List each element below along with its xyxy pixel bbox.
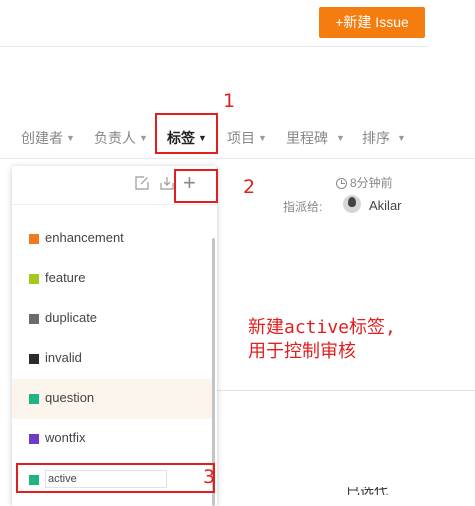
label-item-enhancement[interactable]: enhancement <box>12 219 212 259</box>
filter-sort[interactable]: 排序 ▼ <box>362 128 406 148</box>
label-item-question[interactable]: question <box>12 379 212 419</box>
chevron-down-icon: ▼ <box>258 133 267 143</box>
label-color-swatch <box>29 394 39 404</box>
label-item-name: invalid <box>45 350 82 365</box>
label-item-name: wontfix <box>45 430 86 445</box>
filter-milestone[interactable]: 里程碑 ▼ <box>286 128 345 148</box>
chevron-down-icon: ▼ <box>139 133 148 143</box>
annotation-box-new-label <box>16 463 215 493</box>
annotation-number: 1 <box>223 90 236 112</box>
annotation-number: 2 <box>243 176 256 198</box>
issue-time: 8分钟前 <box>336 174 393 191</box>
label-item-invalid[interactable]: invalid <box>12 339 212 379</box>
annotation-note-line: 新建active标签, <box>248 317 396 338</box>
header-divider <box>0 46 428 47</box>
filter-project-label: 项目 <box>227 130 255 146</box>
label-color-swatch <box>29 314 39 324</box>
filter-divider <box>0 158 475 159</box>
filter-bar: 创建者 ▼ 负责人 ▼ 标签 ▼ 项目 ▼ 里程碑 ▼ 排序 ▼ <box>0 118 475 158</box>
issue-divider <box>215 390 475 391</box>
annotation-box-add-label <box>174 169 218 203</box>
label-item-name: duplicate <box>45 310 98 325</box>
label-item-name: enhancement <box>45 230 124 245</box>
filter-creator[interactable]: 创建者 ▼ <box>21 128 75 148</box>
edit-icon[interactable] <box>135 176 149 194</box>
annotation-note-line: 用于控制审核 <box>248 341 356 362</box>
chevron-down-icon: ▼ <box>336 133 345 143</box>
label-item-duplicate[interactable]: duplicate <box>12 299 212 339</box>
filter-assignee[interactable]: 负责人 ▼ <box>94 128 148 148</box>
download-icon[interactable] <box>160 176 174 194</box>
filter-project[interactable]: 项目 ▼ <box>227 128 267 148</box>
label-color-swatch <box>29 274 39 284</box>
label-item-name: question <box>45 390 95 405</box>
filter-creator-label: 创建者 <box>21 130 63 146</box>
label-item-wontfix[interactable]: wontfix <box>12 419 212 459</box>
annotation-note: 新建active标签, 用于控制审核 <box>248 316 396 364</box>
filter-assignee-label: 负责人 <box>94 130 136 146</box>
annotation-box-labels-filter <box>155 113 218 154</box>
label-item-name: feature <box>45 270 86 285</box>
chevron-down-icon: ▼ <box>397 133 406 143</box>
label-item-feature[interactable]: feature <box>12 259 212 299</box>
annotation-number: 3 <box>203 466 216 488</box>
label-color-swatch <box>29 234 39 244</box>
label-dropdown: + enhancement feature duplicate invalid … <box>12 166 217 506</box>
issue-time-text: 8分钟前 <box>350 176 393 190</box>
new-issue-button[interactable]: +新建 Issue <box>319 7 425 38</box>
assignee-name[interactable]: Akilar <box>369 198 402 213</box>
assignee-label: 指派给: <box>283 200 323 214</box>
bottom-text: 已选代码 <box>346 487 388 495</box>
chevron-down-icon: ▼ <box>66 133 75 143</box>
avatar[interactable] <box>343 195 361 213</box>
clock-icon <box>336 178 347 189</box>
label-color-swatch <box>29 354 39 364</box>
filter-sort-label: 排序 <box>362 130 390 146</box>
filter-milestone-label: 里程碑 <box>286 130 328 146</box>
label-color-swatch <box>29 434 39 444</box>
bottom-text-fragment: 已选代码 <box>346 487 400 495</box>
